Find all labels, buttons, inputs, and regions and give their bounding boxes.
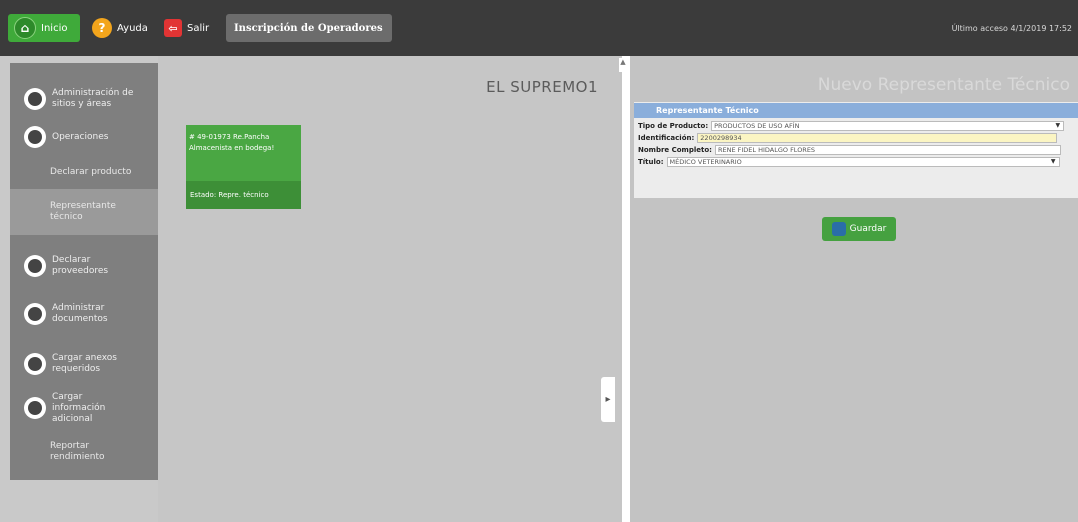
chevron-down-icon: ▼ [1050,157,1056,165]
last-access-text: Último acceso 4/1/2019 17:52 [951,24,1072,33]
module-title: Inscripción de Operadores [234,22,383,34]
title-value: MÉDICO VETERINARIO [669,157,742,166]
sidebar: Administración de sitios y áreas Operaci… [10,63,158,480]
exit-button[interactable]: ⇦ Salir [162,14,216,42]
card-state: Estado: Repre. técnico [186,181,301,209]
product-type-label: Tipo de Producto: [638,121,709,130]
gear-icon [24,88,46,110]
scroll-up-icon[interactable]: ▲ [619,58,627,72]
sidebar-item-label: Declarar proveedores [52,255,109,276]
home-button[interactable]: ⌂ Inicio [8,14,80,42]
help-icon: ? [92,18,112,38]
save-button[interactable]: Guardar [822,217,896,241]
help-label: Ayuda [117,22,148,34]
identification-value: 2200298934 [700,133,742,142]
operator-title: EL SUPREMO1 [486,78,598,96]
chevron-right-icon: ▸ [605,394,611,405]
providers-icon [24,255,46,277]
chevron-down-icon: ▼ [1055,121,1061,129]
identification-field[interactable]: 2200298934 [697,132,1058,143]
title-select[interactable]: MÉDICO VETERINARIO ▼ [666,156,1060,167]
sidebar-item-attachments[interactable]: Cargar anexos requeridos [10,347,158,381]
full-name-field[interactable]: RENE FIDEL HIDALGO FLORES [714,144,1061,155]
sidebar-item-label: Cargar información adicional [52,391,106,424]
title-label: Título: [638,157,664,166]
panel-title: Nuevo Representante Técnico [817,75,1070,95]
operator-panel: EL SUPREMO1 # 49-01973 Re.Pancha Almacen… [158,56,606,522]
info-icon [24,397,46,419]
collapse-panel-button[interactable]: ▸ [601,377,615,422]
product-type-value: PRODUCTOS DE USO AFÍN [714,121,800,130]
documents-icon [24,303,46,325]
sidebar-item-report-performance[interactable]: Reportar rendimiento [10,441,158,463]
save-label: Guardar [849,224,887,234]
sidebar-item-declare-product[interactable]: Declarar producto [10,167,158,178]
site-card[interactable]: # 49-01973 Re.Pancha Almacenista en bode… [186,125,301,209]
home-icon: ⌂ [14,17,36,39]
full-name-label: Nombre Completo: [638,145,712,154]
form-header: Representante Técnico [634,103,1078,118]
sidebar-item-label: Administración de sitios y áreas [52,88,134,109]
product-type-row: Tipo de Producto: PRODUCTOS DE USO AFÍN … [638,120,1065,131]
operations-icon [24,126,46,148]
technical-rep-panel: Nuevo Representante Técnico Representant… [630,56,1078,522]
save-icon [831,222,846,236]
sidebar-item-technical-rep[interactable]: Representante técnico [10,189,158,235]
sidebar-item-operations[interactable]: Operaciones [10,123,158,151]
help-button[interactable]: ? Ayuda [90,14,152,42]
sidebar-item-additional-info[interactable]: Cargar información adicional [10,391,158,425]
sidebar-item-admin-sites[interactable]: Administración de sitios y áreas [10,79,158,119]
top-bar: ⌂ Inicio ? Ayuda ⇦ Salir Inscripción de … [0,0,1078,56]
identification-label: Identificación: [638,133,695,142]
product-type-select[interactable]: PRODUCTOS DE USO AFÍN ▼ [711,120,1065,131]
splitter-line [622,56,630,522]
full-name-value: RENE FIDEL HIDALGO FLORES [717,145,816,154]
identification-row: Identificación: 2200298934 [638,132,1058,143]
exit-label: Salir [187,22,210,34]
full-name-row: Nombre Completo: RENE FIDEL HIDALGO FLOR… [638,144,1061,155]
module-title-button[interactable]: Inscripción de Operadores [226,14,392,42]
sidebar-item-declare-providers[interactable]: Declarar proveedores [10,249,158,283]
exit-icon: ⇦ [164,19,182,37]
card-line-1: # 49-01973 Re.Pancha [189,133,270,141]
title-row: Título: MÉDICO VETERINARIO ▼ [638,156,1060,167]
attachment-icon [24,353,46,375]
sidebar-item-label: Operaciones [52,131,109,142]
technical-rep-form: Representante Técnico Tipo de Producto: … [634,102,1078,198]
sidebar-item-label: Cargar anexos requeridos [52,353,117,374]
sidebar-item-label: Administrar documentos [52,303,108,324]
home-label: Inicio [41,22,68,34]
sidebar-item-documents[interactable]: Administrar documentos [10,297,158,331]
card-line-2: Almacenista en bodega! [189,144,275,152]
